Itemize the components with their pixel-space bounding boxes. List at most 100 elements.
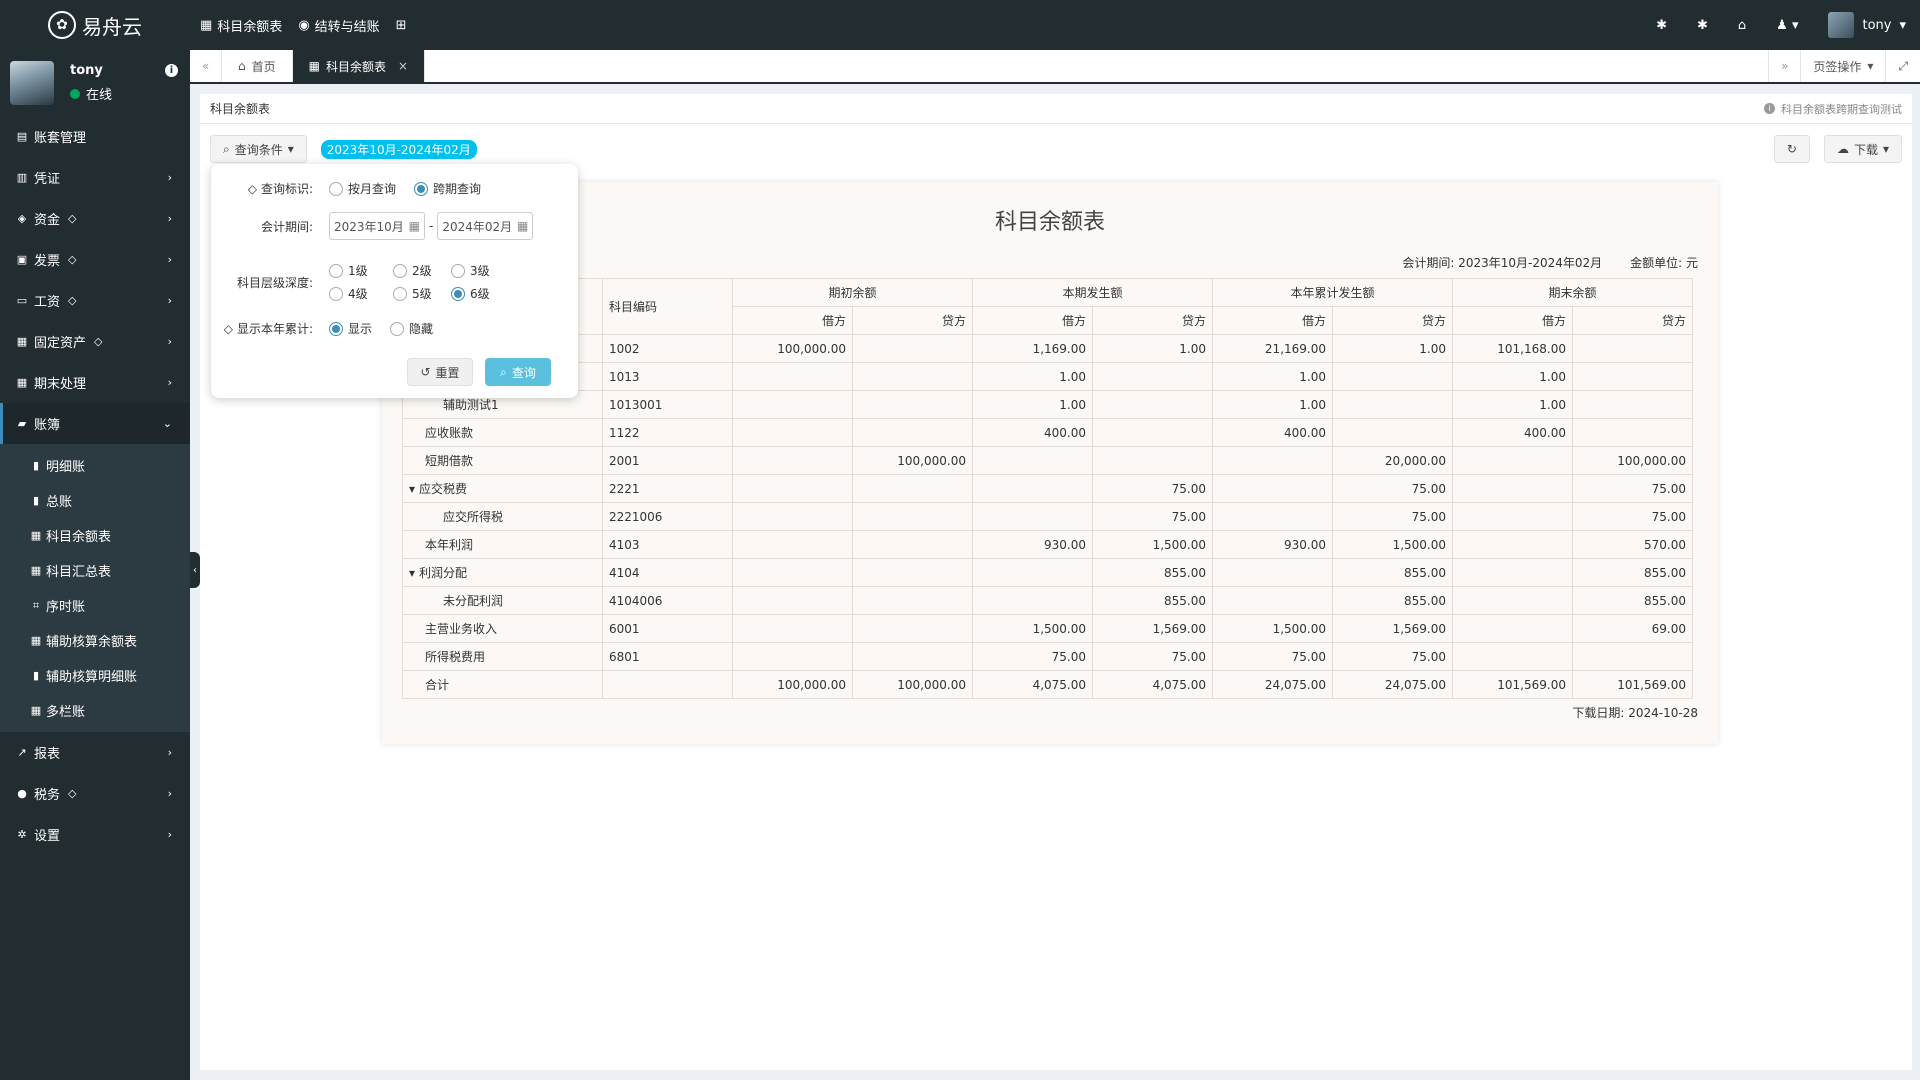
topnav-balance-sheet[interactable]: ▦ 科目余额表 [200,16,282,35]
radio-show[interactable]: 显示 [329,320,372,337]
amount-cell: 1.00 [1452,362,1573,391]
sidebar-item-reports[interactable]: ↗ 报表 › [0,732,190,773]
amount-cell [1452,614,1573,643]
tab-scroll-right-button[interactable]: » [1768,50,1800,82]
info-icon[interactable]: i [165,64,178,77]
period-to-input[interactable]: 2024年02月 ▦ [437,212,534,240]
sidebar-subitem-multi-column[interactable]: ▦ 多栏账 [0,693,190,728]
amount-cell [1092,362,1213,391]
radio-level-6[interactable]: 6级 [451,285,491,302]
caret-down-icon[interactable]: ▾ [409,482,415,496]
sidebar-item-tax[interactable]: ● 税务 ◇ › [0,773,190,814]
amount-cell: 75.00 [972,642,1093,671]
cumulative-row: ◇ 显示本年累计: 显示 隐藏 [223,320,434,337]
amount-cell [1332,418,1453,447]
fullscreen-button[interactable]: ⤢ [1885,50,1920,82]
period-row: 会计期间: 2023年10月 ▦ - 2024年02月 ▦ [211,212,534,240]
amount-cell [732,530,853,559]
sidebar-item-settings[interactable]: ✲ 设置 › [0,814,190,855]
caret-down-icon[interactable]: ▾ [409,566,415,580]
caret-down-icon: ▾ [287,142,294,156]
account-name[interactable]: ▾ 应交税费 [402,474,603,503]
radio-level-2[interactable]: 2级 [393,262,433,279]
tab-home[interactable]: ⌂ 首页 [222,50,293,82]
sidebar-subitem-aux-detail[interactable]: ▮ 辅助核算明细账 [0,658,190,693]
account-name[interactable]: ▾ 利润分配 [402,558,603,587]
sidebar-item-ledgers[interactable]: ▰ 账簿 ⌄ [0,403,190,444]
sidebar-subitem-general-ledger[interactable]: ▮ 总账 [0,483,190,518]
account-code: 4104006 [602,586,733,615]
diamond-icon: ◇ [68,787,77,800]
tab-balance-sheet[interactable]: ▦ 科目余额表 × [292,50,426,82]
tab-operations-button[interactable]: 页签操作 ▾ [1800,50,1885,82]
app-logo[interactable]: ✿ 易舟云 [0,0,190,50]
sidebar-item-payroll[interactable]: ▭ 工资 ◇ › [0,280,190,321]
amount-cell: 400.00 [972,418,1093,447]
chevron-right-icon: › [167,828,172,841]
account-name: 未分配利润 [402,586,603,615]
radio-level-1[interactable]: 1级 [329,262,375,279]
close-icon[interactable]: × [398,59,408,73]
table-icon: ▦ [200,17,213,33]
amount-cell [1452,502,1573,531]
balance-table: 科目编码 期初余额 本期发生额 本年累计发生额 期末余额 借方 贷方 借方 贷方 借方贷… [402,278,1693,699]
user-menu[interactable]: tony ▾ [1828,12,1906,38]
amount-cell: 1,569.00 [1332,614,1453,643]
calendar-icon: ▦ [16,376,28,389]
download-button[interactable]: ☁ 下载 ▾ [1823,135,1902,163]
sidebar-subitem-balance-sheet[interactable]: ▦ 科目余额表 [0,518,190,553]
home-icon[interactable]: ⌂ [1738,18,1746,33]
sidebar-subitem-summary[interactable]: ▦ 科目汇总表 [0,553,190,588]
table-row: 应交所得税 2221006 75.00 75.00 75.00 [402,502,1693,531]
sidebar-item-funds[interactable]: ◈ 资金 ◇ › [0,198,190,239]
period-from-input[interactable]: 2023年10月 ▦ [329,212,425,240]
amount-cell [852,334,973,363]
sidebar-item-invoice[interactable]: ▣ 发票 ◇ › [0,239,190,280]
sidebar-subitem-aux-balance[interactable]: ▦ 辅助核算余额表 [0,623,190,658]
query-button[interactable]: ⌕ 查询 [485,358,551,386]
topnav-add-button[interactable]: ⊞ [396,18,407,33]
sidebar-item-account-sets[interactable]: ▤ 账套管理 [0,116,190,157]
radio-cross-period[interactable]: 跨期查询 [414,180,481,197]
amount-cell [972,558,1093,587]
sidebar-item-period-end[interactable]: ▦ 期末处理 › [0,362,190,403]
amount-cell [1452,446,1573,475]
sidebar-item-voucher[interactable]: ▥ 凭证 › [0,157,190,198]
amount-cell [1092,418,1213,447]
user-name: tony [70,63,103,78]
radio-monthly[interactable]: 按月查询 [329,180,396,197]
plus-square-icon: ⊞ [395,17,407,33]
table-icon: ▦ [30,529,42,542]
account-code: 1002 [602,334,733,363]
user-panel: tony 在线 i [0,50,190,116]
report-period: 会计期间: 2023年10月-2024年02月 [1402,256,1603,270]
account-name: 本年利润 [402,530,603,559]
account-name: 应收账款 [402,418,603,447]
radio-level-5[interactable]: 5级 [393,285,433,302]
sidebar-collapse-handle[interactable]: ‹ [190,552,200,588]
tab-scroll-left-button[interactable]: « [190,50,222,82]
home-icon: ⌂ [238,59,246,73]
reset-button[interactable]: ↺ 重置 [407,358,473,386]
radio-level-4[interactable]: 4级 [329,285,375,302]
ledger-icon: ▰ [17,417,27,430]
topnav-close-period[interactable]: ◉ 结转与结账 [298,16,379,35]
sidebar-subitem-detail-ledger[interactable]: ▮ 明细账 [0,448,190,483]
refresh-button[interactable]: ↻ [1773,135,1810,163]
bug-icon-2[interactable]: ✱ [1697,18,1708,33]
amount-cell: 21,169.00 [1212,334,1333,363]
radio-hide[interactable]: 隐藏 [390,320,433,337]
building-icon: ▦ [16,335,28,348]
sidebar-subitem-journal[interactable]: ⌗ 序时账 [0,588,190,623]
sidebar-item-fixed-assets[interactable]: ▦ 固定资产 ◇ › [0,321,190,362]
amount-cell: 20,000.00 [1332,446,1453,475]
account-code: 1013001 [602,390,733,419]
radio-level-3[interactable]: 3级 [451,262,491,279]
gear-icon: ✲ [17,828,27,841]
query-conditions-button[interactable]: ⌕ 查询条件 ▾ [210,135,307,163]
user-dropdown-icon[interactable]: ♟ ▾ [1776,18,1798,33]
amount-cell: 75.00 [1332,642,1453,671]
header-credit: 贷方 [1092,306,1213,335]
amount-cell [732,446,853,475]
bug-icon[interactable]: ✱ [1656,18,1667,33]
